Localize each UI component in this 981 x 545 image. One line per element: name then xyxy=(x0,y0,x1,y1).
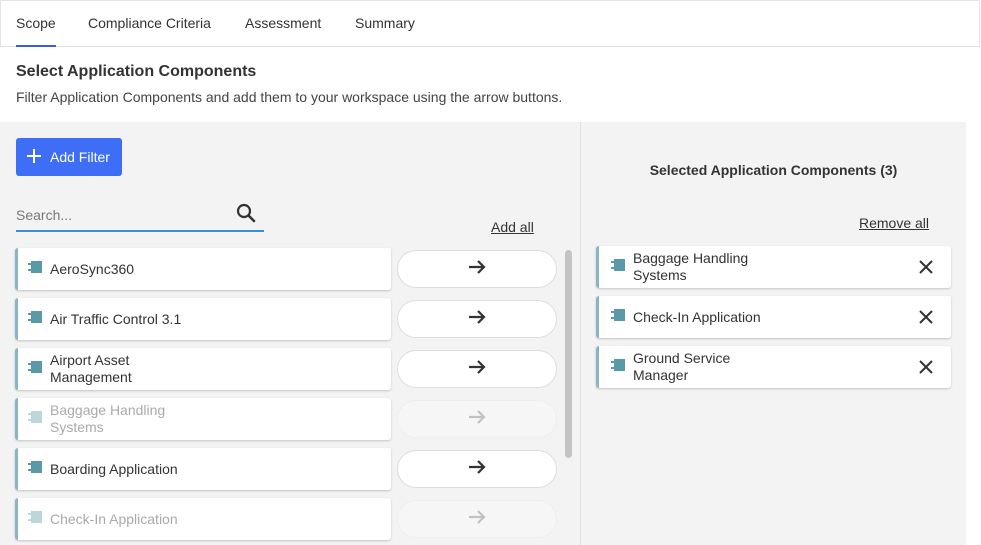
selected-item-label: Check-In Application xyxy=(633,308,761,325)
add-aerosync360-button[interactable] xyxy=(397,250,557,288)
component-item-air-traffic-control: Air Traffic Control 3.1 xyxy=(15,298,391,340)
selected-item-ground-service-manager: Ground Service Manager xyxy=(596,346,951,388)
component-item-label: Check-In Application xyxy=(50,510,178,527)
selected-item-label: Baggage Handling Systems xyxy=(633,250,749,283)
add-boarding-application-button[interactable] xyxy=(397,450,557,488)
available-components-panel: Add Filter Add all AeroSync360 Air Traff… xyxy=(0,122,581,545)
selected-item-baggage-handling-systems: Baggage Handling Systems xyxy=(596,246,951,288)
selected-components-panel: Selected Application Components (3) Remo… xyxy=(581,122,966,545)
arrow-right-icon xyxy=(467,509,487,530)
selected-components-title: Selected Application Components (3) xyxy=(649,162,898,178)
component-icon xyxy=(28,260,42,278)
component-item-label: AeroSync360 xyxy=(50,260,135,277)
component-item-baggage-handling-systems: Baggage Handling Systems xyxy=(15,398,391,440)
add-baggage-handling-systems-button xyxy=(397,400,557,438)
add-air-traffic-control-button[interactable] xyxy=(397,300,557,338)
list-scrollbar[interactable] xyxy=(565,250,572,458)
add-airport-asset-management-button[interactable] xyxy=(397,350,557,388)
arrow-right-icon xyxy=(467,359,487,380)
arrow-right-icon xyxy=(467,259,487,280)
component-icon xyxy=(28,510,42,528)
component-icon xyxy=(611,358,625,376)
component-item-aerosync360: AeroSync360 xyxy=(15,248,391,290)
tab-scope[interactable]: Scope xyxy=(16,15,56,47)
tab-compliance-criteria[interactable]: Compliance Criteria xyxy=(88,15,211,47)
arrow-right-icon xyxy=(467,459,487,480)
component-icon xyxy=(28,360,42,378)
arrow-right-icon xyxy=(467,309,487,330)
close-icon[interactable] xyxy=(919,260,933,279)
close-icon[interactable] xyxy=(919,360,933,379)
add-all-link[interactable]: Add all xyxy=(491,219,534,235)
component-item-airport-asset-management: Airport Asset Management xyxy=(15,348,391,390)
page-title: Select Application Components xyxy=(16,63,257,80)
component-icon xyxy=(28,410,42,428)
add-filter-button[interactable]: Add Filter xyxy=(16,138,122,176)
component-item-boarding-application: Boarding Application xyxy=(15,448,391,490)
component-item-label: Boarding Application xyxy=(50,460,178,477)
component-item-label: Airport Asset Management xyxy=(50,352,132,385)
tab-assessment[interactable]: Assessment xyxy=(245,15,321,47)
remove-all-link[interactable]: Remove all xyxy=(859,215,929,231)
arrow-right-icon xyxy=(467,409,487,430)
selected-item-check-in-application: Check-In Application xyxy=(596,296,951,338)
component-icon xyxy=(611,258,625,276)
add-check-in-application-button xyxy=(397,500,557,538)
search-input[interactable] xyxy=(16,204,226,226)
selected-item-label: Ground Service Manager xyxy=(633,350,731,383)
add-filter-label: Add Filter xyxy=(50,149,110,165)
component-icon xyxy=(611,308,625,326)
component-icon xyxy=(28,460,42,478)
page-subtitle: Filter Application Components and add th… xyxy=(16,89,563,105)
component-item-check-in-application: Check-In Application xyxy=(15,498,391,540)
tab-bar: Scope Compliance Criteria Assessment Sum… xyxy=(0,0,980,47)
tab-summary[interactable]: Summary xyxy=(355,15,415,47)
component-item-label: Air Traffic Control 3.1 xyxy=(50,310,182,327)
close-icon[interactable] xyxy=(919,310,933,329)
plus-icon xyxy=(26,146,42,168)
component-icon xyxy=(28,310,42,328)
search-icon[interactable] xyxy=(236,203,256,228)
search-field xyxy=(16,198,264,232)
component-item-label: Baggage Handling Systems xyxy=(50,402,166,435)
